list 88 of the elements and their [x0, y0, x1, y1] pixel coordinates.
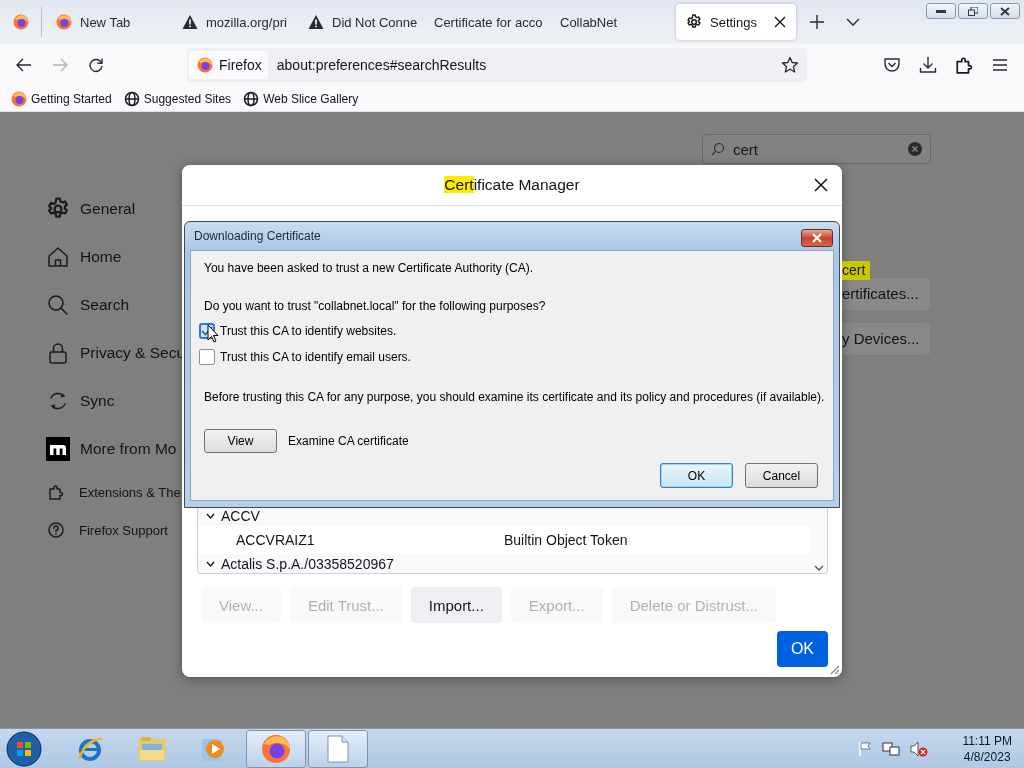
dialog-text: You have been asked to trust a new Certificate Authority (CA). — [204, 261, 535, 275]
cursor-icon — [207, 324, 219, 343]
view-button[interactable]: View — [204, 429, 277, 453]
settings-button[interactable]: y Devices... — [842, 323, 930, 355]
sidebar-item[interactable]: More from Mo — [46, 425, 182, 473]
dialog-text: Do you want to trust "collabnet.local" for the following purposes? — [204, 299, 547, 313]
sidebar-item[interactable]: Search — [46, 281, 182, 329]
tab[interactable]: Certificate for acco — [424, 4, 544, 40]
firefox-icon — [56, 14, 72, 30]
firefox-icon[interactable] — [261, 733, 291, 764]
close-icon — [811, 233, 823, 243]
search-icon — [46, 293, 70, 317]
back-icon[interactable] — [16, 58, 32, 72]
dialog-button[interactable]: Import... — [410, 587, 502, 623]
restore-button[interactable] — [958, 3, 988, 19]
puzzle-icon — [48, 484, 64, 500]
tree-item[interactable]: ACCV — [221, 508, 260, 524]
close-icon — [1000, 6, 1010, 16]
bookmark-item[interactable]: Web Slice Gallery — [243, 90, 359, 107]
close-button[interactable] — [990, 3, 1020, 19]
restore-icon — [968, 6, 978, 16]
tab[interactable]: Settings — [676, 4, 796, 40]
table-cell-text: ACCVRAIZ1 — [235, 532, 316, 548]
plus-icon[interactable] — [810, 15, 824, 29]
search-icon — [711, 142, 725, 156]
start-button[interactable] — [6, 730, 42, 767]
extensions-icon — [955, 56, 973, 74]
close-icon[interactable] — [814, 178, 828, 192]
scroll-down-icon[interactable] — [814, 565, 824, 571]
button-caption: Examine CA certificate — [288, 434, 409, 448]
settings-button[interactable]: ertificates... — [842, 278, 930, 310]
warning-icon — [182, 14, 198, 30]
close-icon[interactable] — [774, 16, 786, 28]
chevron-down-icon[interactable] — [206, 513, 215, 519]
clock[interactable]: 11:11 PM 4/8/2023 — [962, 732, 1012, 765]
reload-icon[interactable] — [88, 57, 104, 73]
network-icon[interactable] — [882, 740, 901, 757]
dialog-title: Downloading Certificate — [194, 229, 321, 243]
firefox-icon — [12, 14, 29, 30]
dialog-button[interactable]: OK — [660, 463, 733, 488]
bookmark-item[interactable]: Suggested Sites — [123, 90, 232, 107]
dialog-button[interactable]: Cancel — [745, 463, 818, 488]
url-text: about:preferences#searchResults — [276, 57, 488, 73]
close-button[interactable] — [801, 229, 833, 247]
checkbox-label: Trust this CA to identify email users. — [220, 350, 411, 364]
tab[interactable]: Did Not Conne — [298, 4, 418, 40]
sidebar-item[interactable]: Sync — [46, 377, 182, 425]
star-icon[interactable] — [781, 56, 799, 74]
tab[interactable]: New Tab — [46, 4, 166, 40]
firefox-icon — [11, 90, 27, 107]
ok-button[interactable]: OK — [776, 631, 828, 667]
tab[interactable]: mozilla.org/pri — [172, 4, 292, 40]
search-highlight: cert — [842, 261, 871, 280]
help-icon — [48, 522, 64, 538]
identity-button[interactable]: Firefox — [189, 51, 268, 79]
list-row[interactable]: ACCVRAIZ1 Builtin Object Token — [198, 526, 810, 554]
volume-muted-icon[interactable] — [910, 740, 929, 757]
bookmark-item[interactable]: Getting Started — [11, 90, 112, 107]
flag-icon[interactable] — [858, 740, 873, 757]
checkbox-label: Trust this CA to identify websites. — [220, 324, 397, 338]
chevron-down-icon[interactable] — [846, 18, 860, 26]
address-bar[interactable]: Firefox about:preferences#searchResults — [187, 48, 807, 82]
firefox-icon — [197, 57, 213, 73]
download-icon[interactable] — [919, 56, 937, 74]
checkbox[interactable] — [199, 349, 215, 365]
minimize-icon — [936, 9, 946, 13]
search-field[interactable]: cert — [702, 134, 931, 164]
warning-icon — [308, 14, 324, 30]
sidebar-item[interactable]: Home — [46, 233, 182, 281]
resize-grip-icon[interactable] — [828, 663, 840, 675]
globe-icon — [123, 90, 140, 107]
chevron-down-icon[interactable] — [206, 561, 215, 567]
table-cell: Builtin Object Token — [504, 532, 628, 548]
home-icon — [46, 245, 70, 269]
tab[interactable]: CollabNet — [550, 4, 670, 40]
sidebar-item[interactable]: General — [46, 185, 182, 233]
square-logo-icon — [46, 437, 70, 461]
tree-item[interactable]: Actalis S.p.A./03358520967 — [221, 556, 394, 572]
globe-icon — [243, 90, 260, 107]
sidebar-link[interactable]: Firefox Support — [46, 511, 182, 549]
lock-icon — [46, 341, 70, 365]
menu-icon[interactable] — [992, 58, 1008, 72]
pocket-icon[interactable] — [883, 56, 901, 74]
minimize-button[interactable] — [926, 3, 956, 19]
gear-icon — [46, 197, 70, 221]
clear-icon[interactable] — [908, 142, 922, 156]
sidebar-link[interactable]: Extensions & The — [46, 473, 182, 511]
gear-icon — [686, 14, 702, 30]
